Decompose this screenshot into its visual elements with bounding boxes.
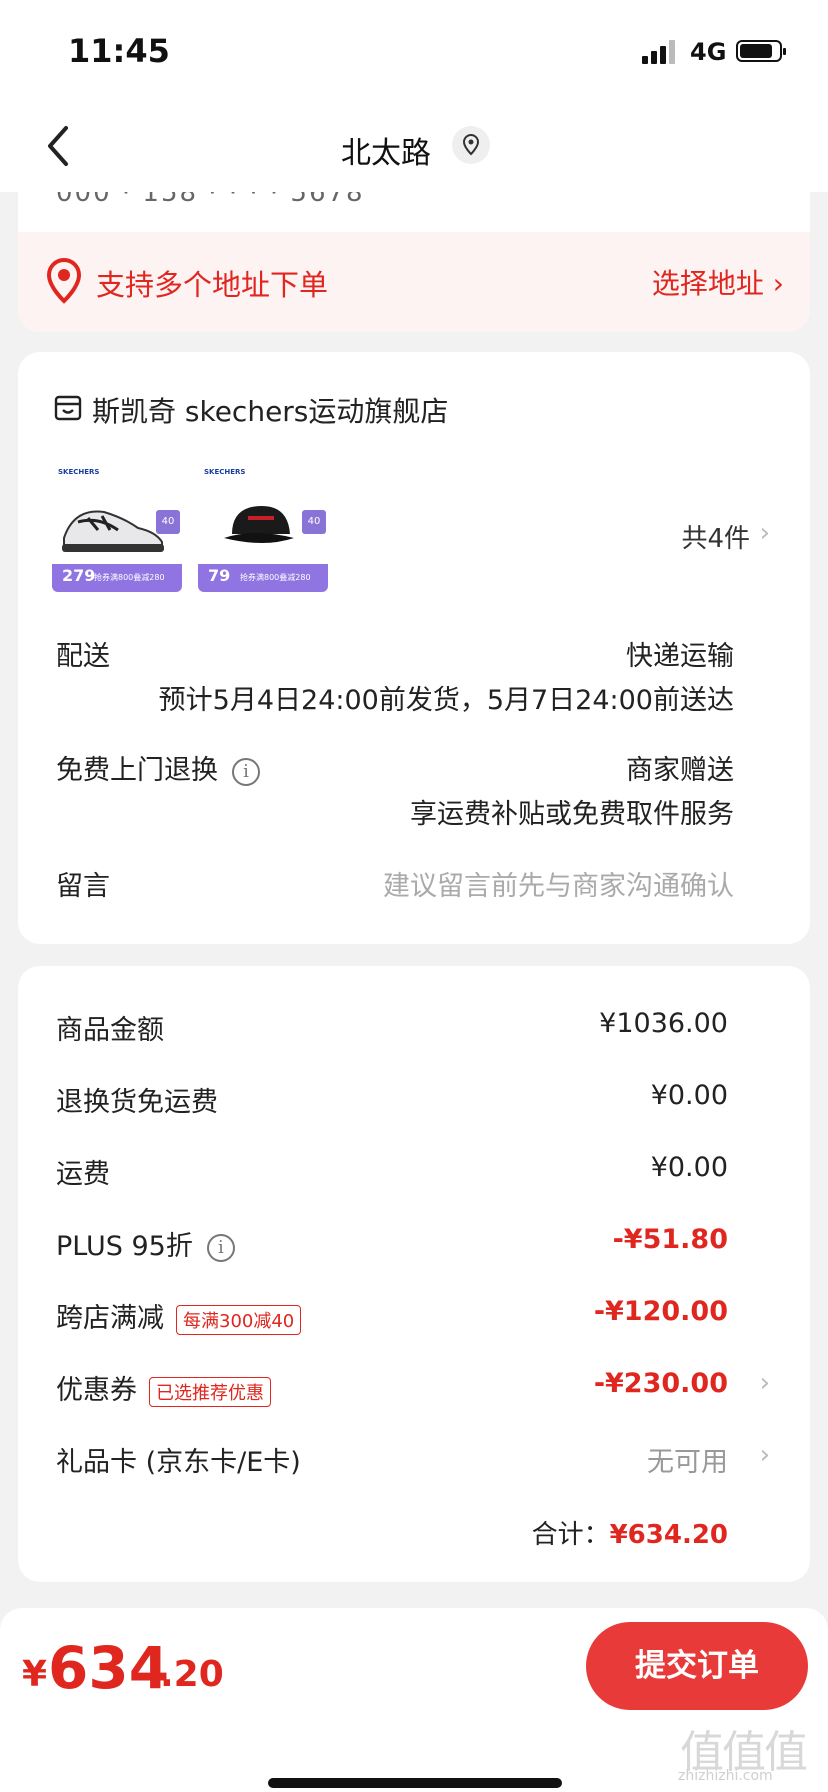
- price-row-label: PLUS 95折: [56, 1231, 193, 1262]
- price-row-label: 跨店满减: [56, 1303, 164, 1334]
- price-row-value[interactable]: -¥230.00: [594, 1368, 728, 1399]
- delivery-estimate: 预计5月4日24:00前发货，5月7日24:00前送达: [158, 685, 734, 716]
- note-label: 留言: [56, 871, 110, 902]
- bottom-bar: ¥ 634 .20 提交订单 值值值 zhizhizhi.com: [0, 1608, 828, 1792]
- info-icon[interactable]: i: [206, 1233, 235, 1262]
- product-thumbnail[interactable]: SKECHERS 40 279 抢券满800叠减280: [52, 466, 182, 596]
- price-row-value[interactable]: 无可用: [647, 1440, 728, 1479]
- address-phone: 000 · 158 · · · · 5678: [56, 192, 365, 208]
- return-service-desc: 享运费补贴或免费取件服务: [410, 799, 734, 830]
- brand-logo: SKECHERS: [204, 468, 246, 476]
- shop-card: 斯凯奇 skechers运动旗舰店 SKECHERS 40 279 抢券满800…: [18, 352, 810, 944]
- multi-address-label: 支持多个地址下单: [96, 268, 329, 302]
- product-price: 279: [62, 566, 96, 585]
- chevron-right-icon[interactable]: ›: [760, 518, 770, 548]
- final-price-decimal: .20: [160, 1654, 224, 1695]
- return-service-label: 免费上门退换: [56, 755, 218, 786]
- cap-image: [224, 506, 294, 543]
- store-icon: [54, 395, 82, 421]
- price-row-value: ¥0.00: [650, 1080, 728, 1111]
- plus-discount-row: PLUS 95折 i: [56, 1224, 235, 1263]
- info-icon[interactable]: i: [232, 757, 260, 786]
- price-row-value: ¥0.00: [650, 1152, 728, 1183]
- delivery-label: 配送: [56, 641, 110, 672]
- total-value: ¥634.20: [609, 1520, 728, 1550]
- brand-logo: SKECHERS: [58, 468, 100, 476]
- price-summary-card: 商品金额 ¥1036.00 退换货免运费 ¥0.00 运费 ¥0.00 PLUS…: [18, 966, 810, 1582]
- chevron-right-icon[interactable]: ›: [760, 1368, 770, 1398]
- sneaker-image: [62, 510, 164, 552]
- total-label: 合计：: [531, 1520, 610, 1550]
- coupon-tag: 已选推荐优惠: [149, 1376, 271, 1407]
- page-title: 北太路: [341, 136, 431, 171]
- product-price: 79: [208, 566, 231, 585]
- final-price-currency: ¥: [22, 1654, 48, 1695]
- price-row-label: 礼品卡 (京东卡/E卡): [56, 1447, 301, 1478]
- promo-text: 抢券满800叠减280: [94, 573, 165, 582]
- promo-text: 抢券满800叠减280: [240, 573, 311, 582]
- address-card[interactable]: 000 · 158 · · · · 5678 支持多个地址下单 选择地址 ›: [18, 192, 810, 332]
- discount-tag: 每满300减40: [176, 1304, 302, 1335]
- final-price-integer: 634: [48, 1634, 170, 1702]
- submit-order-button[interactable]: 提交订单: [586, 1622, 808, 1710]
- delivery-method[interactable]: 快递运输: [626, 634, 734, 673]
- home-indicator: [268, 1778, 562, 1788]
- battery-icon: [736, 40, 786, 62]
- note-input[interactable]: 建议留言前先与商家沟通确认: [383, 864, 734, 903]
- price-row-label: 运费: [56, 1159, 110, 1190]
- price-row-label: 优惠券: [56, 1375, 137, 1406]
- item-quantity[interactable]: 共4件: [681, 518, 750, 555]
- signal-icon: [642, 40, 676, 64]
- coupon-row[interactable]: 优惠券 已选推荐优惠: [56, 1368, 271, 1407]
- status-bar: 11:45 4G: [0, 0, 828, 100]
- shop-name[interactable]: 斯凯奇 skechers运动旗舰店: [92, 390, 448, 430]
- promo-badge: 40: [156, 510, 180, 534]
- network-label: 4G: [690, 38, 727, 66]
- product-thumbnail[interactable]: SKECHERS 40 79 抢券满800叠减280: [198, 466, 328, 596]
- total-line: 合计：¥634.20: [532, 1514, 728, 1551]
- chevron-right-icon[interactable]: ›: [760, 1440, 770, 1470]
- return-service-value: 商家赠送: [626, 755, 734, 786]
- watermark-url: zhizhizhi.com: [678, 1768, 773, 1784]
- price-row-value: -¥51.80: [612, 1224, 728, 1255]
- nav-header: 北太路: [0, 100, 828, 192]
- status-time: 11:45: [68, 32, 170, 70]
- price-row-label: 退换货免运费: [56, 1087, 218, 1118]
- price-row-label: 商品金额: [56, 1015, 164, 1046]
- return-service-row: 免费上门退换 i: [56, 748, 260, 787]
- location-pin-icon[interactable]: [452, 126, 490, 164]
- location-icon: [46, 257, 82, 304]
- promo-badge: 40: [302, 510, 326, 534]
- select-address-button[interactable]: 选择地址 ›: [652, 262, 784, 302]
- price-row-value: -¥120.00: [593, 1296, 728, 1327]
- price-row-value: ¥1036.00: [599, 1008, 728, 1039]
- multi-address-banner[interactable]: 支持多个地址下单 选择地址 ›: [18, 232, 810, 332]
- cross-store-discount-row: 跨店满减 每满300减40: [56, 1296, 302, 1335]
